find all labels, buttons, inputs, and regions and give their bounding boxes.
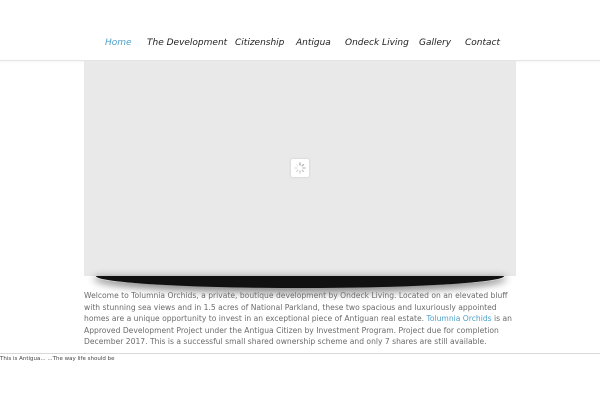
nav-item-contact[interactable]: Contact [465, 37, 500, 49]
nav-item-the-development[interactable]: The Development [147, 37, 227, 49]
nav-item-gallery[interactable]: Gallery [419, 37, 451, 49]
intro-paragraph: Welcome to Tolumnia Orchids, a private, … [84, 290, 516, 348]
main-nav: Home The Development Citizenship Antigua… [0, 37, 600, 51]
footer-tagline: This is Antigua... ...The way life shoul… [0, 356, 115, 362]
spinner-icon [294, 162, 306, 174]
nav-item-antigua[interactable]: Antigua [296, 37, 331, 49]
tolumnia-orchids-link[interactable]: Tolumnia Orchids [427, 314, 492, 323]
footer-divider [0, 353, 600, 354]
nav-item-home[interactable]: Home [105, 37, 132, 49]
header-bar: Home The Development Citizenship Antigua… [0, 0, 600, 61]
nav-item-citizenship[interactable]: Citizenship [235, 37, 284, 49]
loading-spinner-icon [291, 159, 309, 177]
nav-item-ondeck-living[interactable]: Ondeck Living [345, 37, 409, 49]
slider-shadow [96, 276, 504, 290]
